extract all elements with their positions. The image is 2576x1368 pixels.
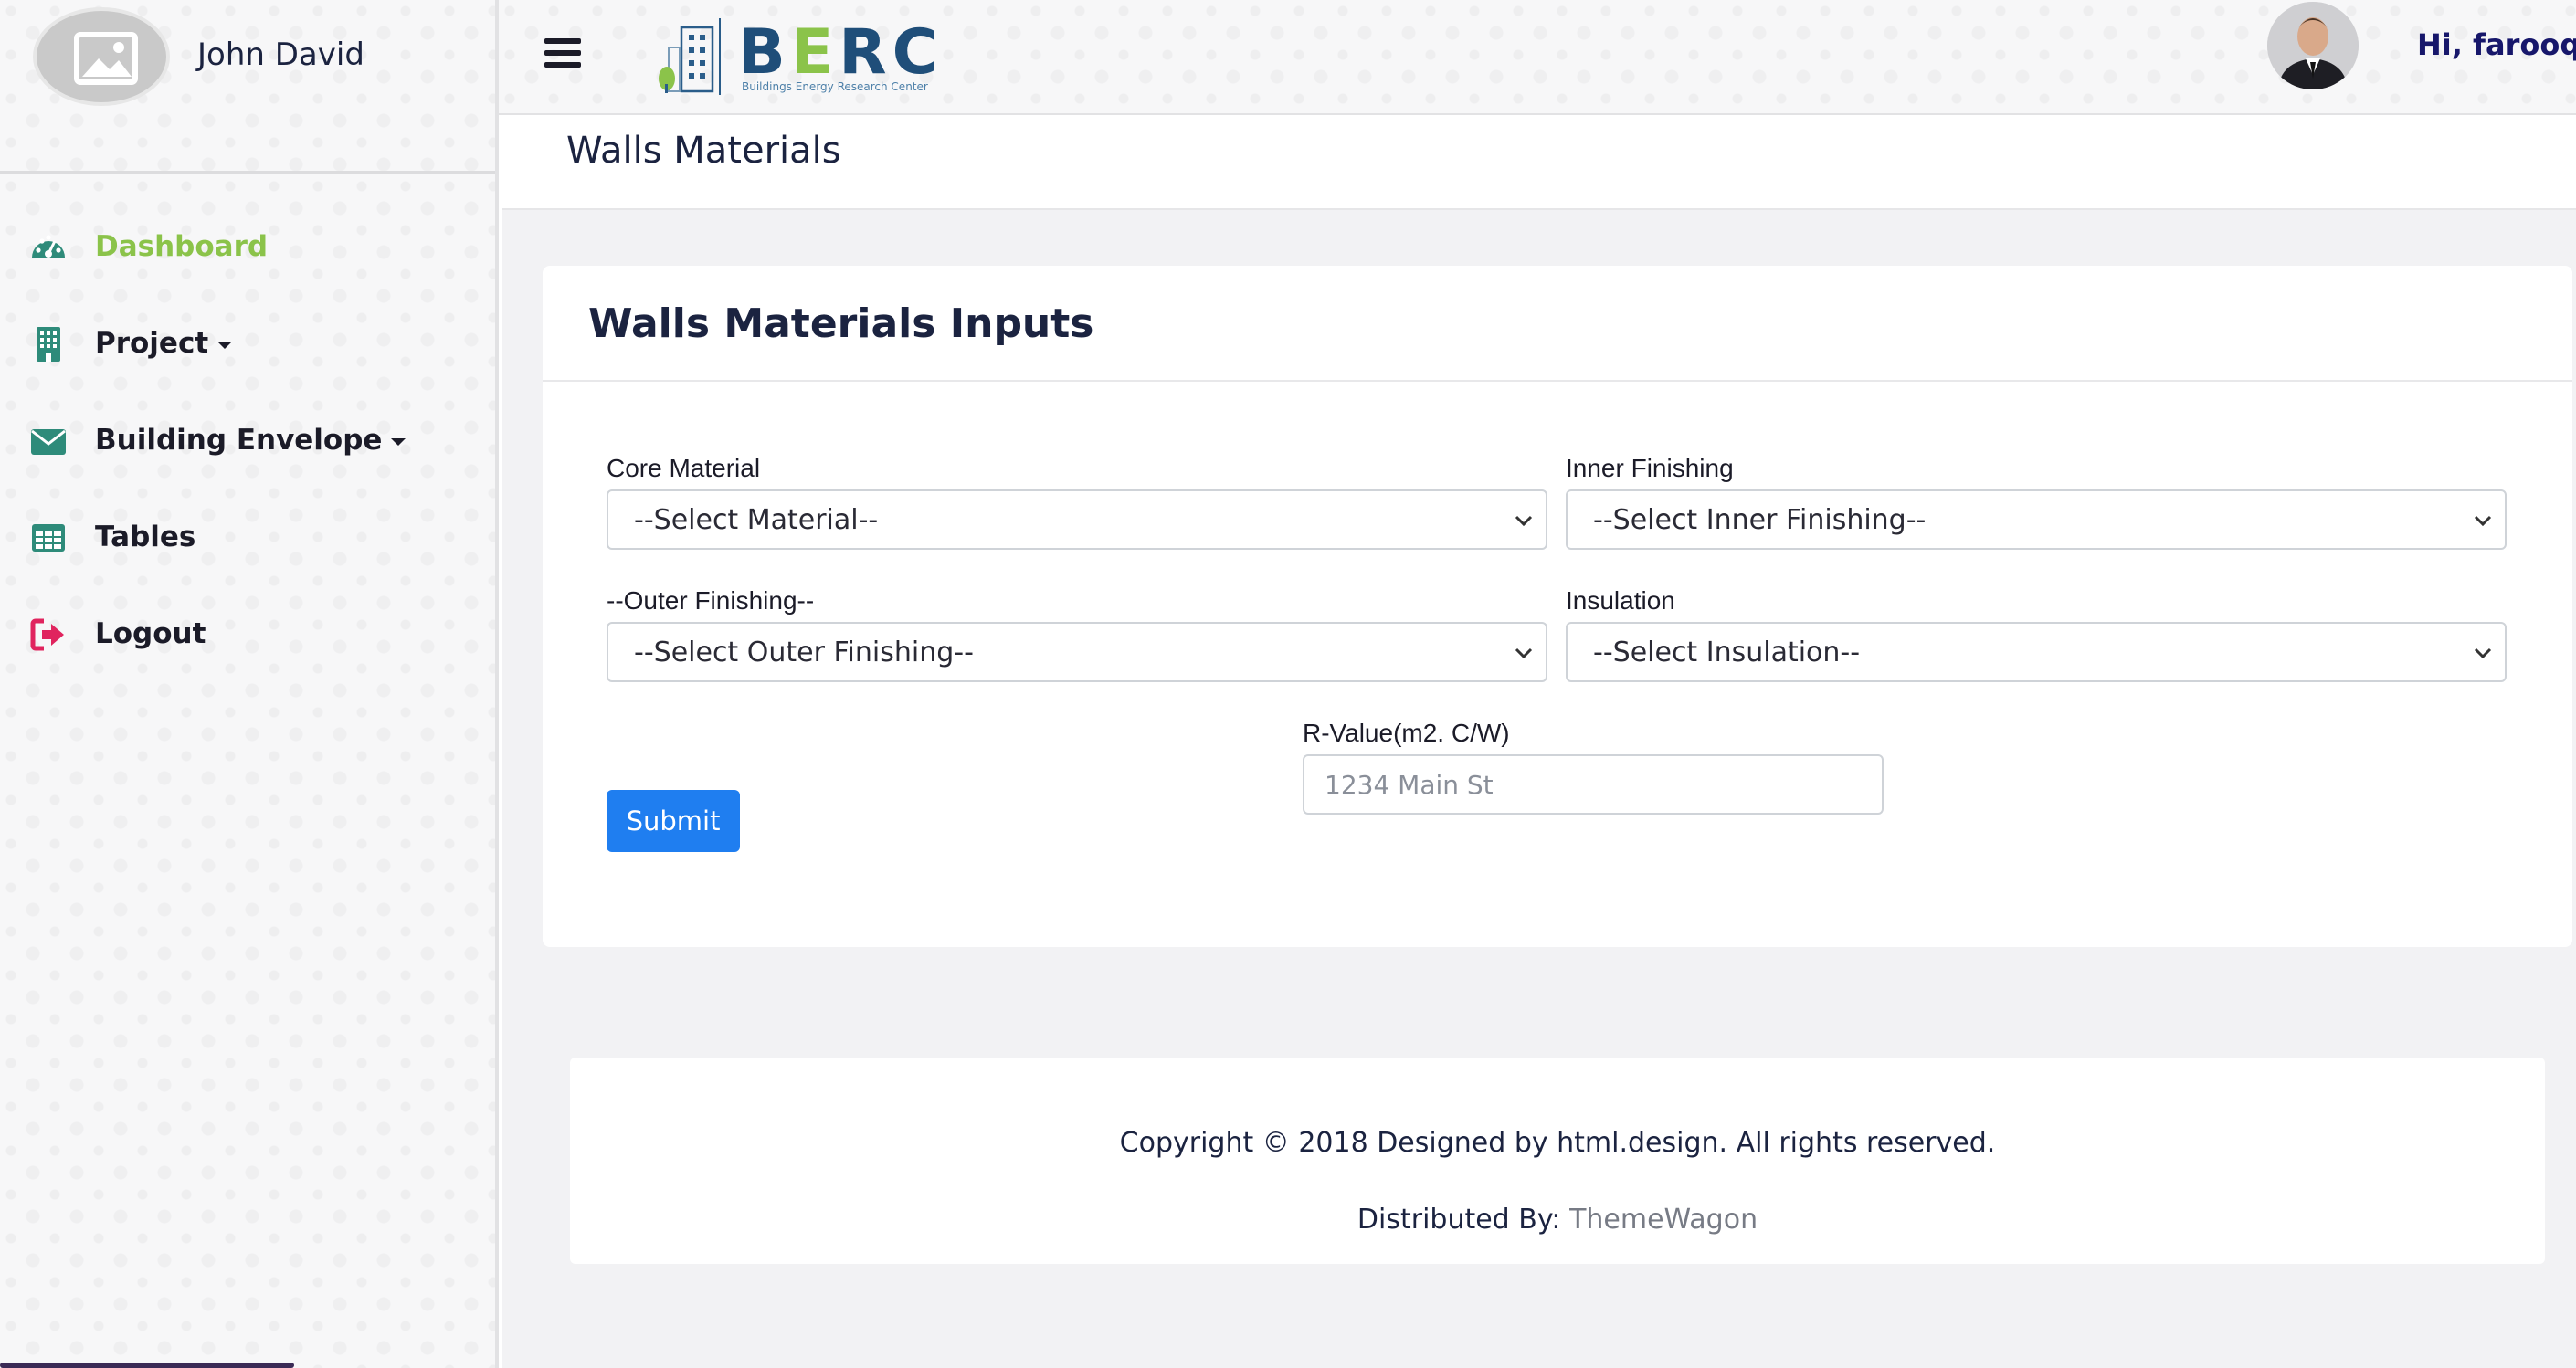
r-value-input[interactable] <box>1304 756 1882 813</box>
themewagon-link[interactable]: ThemeWagon <box>1569 1204 1758 1236</box>
table-icon <box>32 524 65 552</box>
hamburger-line <box>544 50 581 56</box>
core-material-label: Core Material <box>607 454 761 482</box>
sidebar: John David Dashboard Project Building En… <box>0 0 499 1368</box>
footer-distributed-prefix: Distributed By: <box>1357 1204 1570 1236</box>
user-greeting[interactable]: Hi, farooq <box>2417 27 2576 62</box>
chevron-down-icon <box>1515 647 1533 659</box>
caret-down-icon <box>391 437 406 446</box>
profile-name: John David <box>197 37 364 73</box>
card-title: Walls Materials Inputs <box>588 300 1094 347</box>
insulation-value: --Select Insulation-- <box>1593 637 1861 668</box>
core-material-value: --Select Material-- <box>634 504 879 536</box>
sidebar-item-label: Dashboard <box>95 230 269 263</box>
chevron-down-icon <box>2474 515 2492 527</box>
logo-wordmark: BERC <box>738 16 944 89</box>
outer-finishing-select[interactable]: --Select Outer Finishing-- <box>607 622 1547 682</box>
r-value-label: R-Value(m2. C/W) <box>1303 719 1510 747</box>
sidebar-item-text: Building Envelope <box>95 424 383 457</box>
sidebar-item-tables[interactable]: Tables <box>0 500 495 597</box>
chevron-down-icon <box>1515 515 1533 527</box>
insulation-select[interactable]: --Select Insulation-- <box>1566 622 2507 682</box>
outer-finishing-value: --Select Outer Finishing-- <box>634 637 974 668</box>
inner-finishing-value: --Select Inner Finishing-- <box>1593 504 1927 536</box>
sidebar-item-dashboard[interactable]: Dashboard <box>0 210 495 307</box>
chevron-down-icon <box>2474 647 2492 659</box>
sidebar-item-building-envelope[interactable]: Building Envelope <box>0 404 495 500</box>
hamburger-line <box>544 62 581 68</box>
building-icon <box>37 327 60 362</box>
card-header: Walls Materials Inputs <box>543 266 2572 382</box>
sidebar-profile: John David <box>0 0 495 174</box>
insulation-label: Insulation <box>1566 586 1675 615</box>
walls-materials-card: Walls Materials Inputs Core Material --S… <box>543 266 2572 947</box>
core-material-select[interactable]: --Select Material-- <box>607 489 1547 550</box>
sidebar-scrollbar[interactable] <box>0 1363 294 1368</box>
profile-avatar-placeholder <box>33 7 170 106</box>
footer-copyright: Copyright © 2018 Designed by html.design… <box>1119 1127 1996 1159</box>
sidebar-item-label: Building Envelope <box>95 424 406 457</box>
logo-subtitle: Buildings Energy Research Center <box>742 80 928 93</box>
sidebar-item-label: Logout <box>95 617 206 650</box>
hamburger-line <box>544 38 581 44</box>
outer-finishing-label: --Outer Finishing-- <box>607 586 815 615</box>
sidebar-item-text: Project <box>95 327 209 360</box>
sidebar-item-label: Tables <box>95 521 196 553</box>
sidebar-item-logout[interactable]: Logout <box>0 597 495 694</box>
footer-distributed: Distributed By: ThemeWagon <box>570 1204 2545 1236</box>
caret-down-icon <box>217 341 233 349</box>
r-value-field[interactable] <box>1303 754 1884 815</box>
inner-finishing-select[interactable]: --Select Inner Finishing-- <box>1566 489 2507 550</box>
footer: Copyright © 2018 Designed by html.design… <box>570 1058 2545 1264</box>
inner-finishing-label: Inner Finishing <box>1566 454 1734 482</box>
main-content: Walls Materials Walls Materials Inputs C… <box>502 115 2576 1368</box>
sign-out-icon <box>30 618 64 651</box>
submit-button[interactable]: Submit <box>607 790 740 852</box>
page-title: Walls Materials <box>566 130 841 172</box>
user-photo-icon <box>2267 2 2359 89</box>
sidebar-item-label: Project <box>95 327 233 360</box>
speedometer-icon <box>32 235 65 258</box>
logo-building-icon <box>659 18 721 95</box>
sidebar-nav: Dashboard Project Building Envelope Tabl… <box>0 210 495 694</box>
envelope-icon <box>31 429 66 455</box>
berc-logo[interactable]: BERC Buildings Energy Research Center <box>656 16 938 97</box>
menu-toggle-button[interactable] <box>544 38 581 69</box>
logo-text: BERC <box>738 16 944 89</box>
sidebar-item-project[interactable]: Project <box>0 307 495 404</box>
topbar: BERC Buildings Energy Research Center Hi… <box>499 0 2576 115</box>
page-header: Walls Materials <box>502 115 2576 210</box>
image-placeholder-icon <box>74 32 138 85</box>
user-avatar[interactable] <box>2267 2 2359 89</box>
